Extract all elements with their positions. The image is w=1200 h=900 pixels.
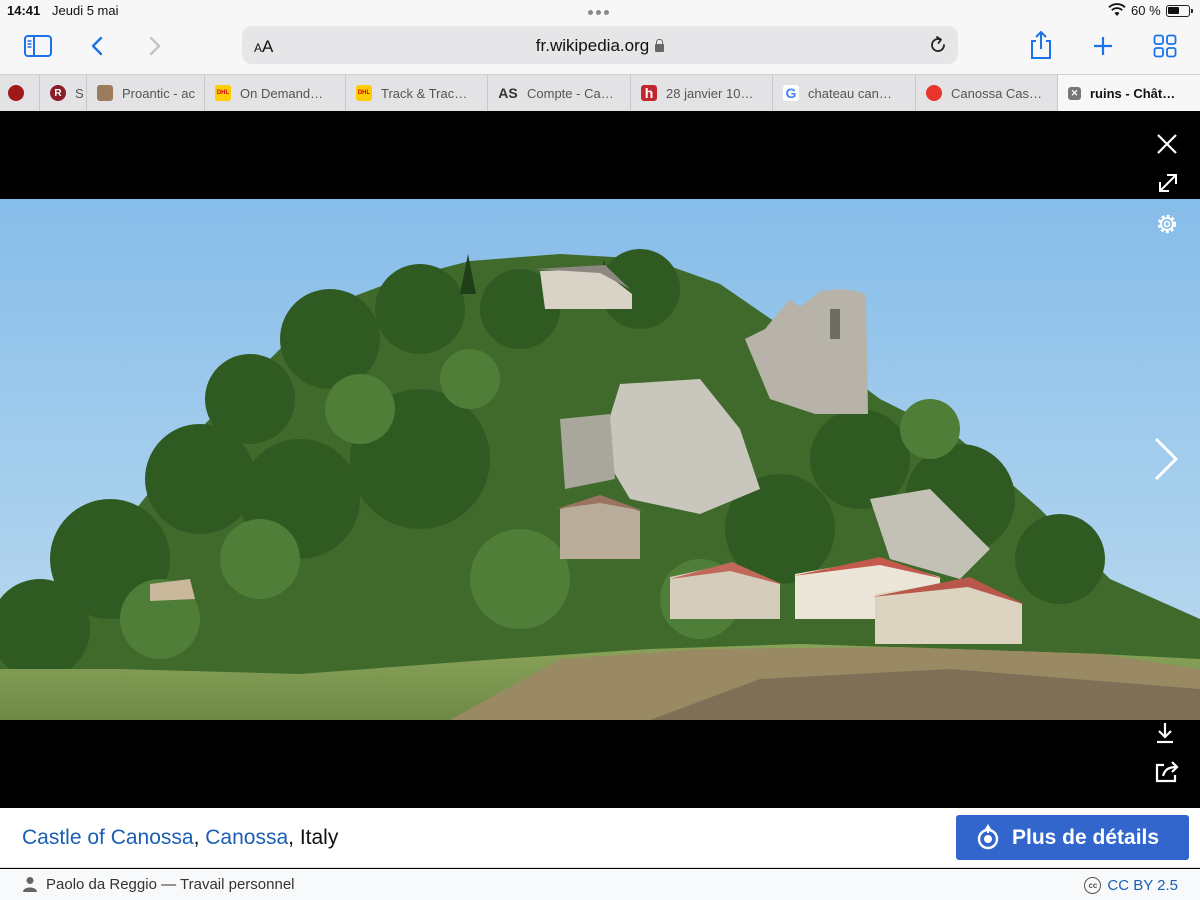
tab-favicon: AS bbox=[498, 85, 518, 101]
multitasking-dots[interactable] bbox=[588, 10, 609, 15]
tab-item[interactable]: AS Compte - Ca… bbox=[488, 75, 631, 111]
more-details-button[interactable]: Plus de détails bbox=[956, 815, 1189, 860]
dhl-logo: DHL bbox=[215, 85, 231, 101]
close-icon[interactable] bbox=[1155, 132, 1179, 156]
next-image-chevron-icon[interactable] bbox=[1152, 437, 1180, 481]
person-icon bbox=[23, 877, 37, 892]
tab-label: Compte - Ca… bbox=[527, 85, 614, 101]
country-text: Italy bbox=[299, 826, 339, 849]
google-logo: G bbox=[783, 85, 799, 101]
gear-icon[interactable] bbox=[1154, 211, 1180, 237]
caption-bar: Castle of Canossa, Canossa, Italy Plus d… bbox=[0, 808, 1200, 868]
back-chevron-icon[interactable] bbox=[90, 36, 104, 56]
tab-item[interactable]: h 28 janvier 10… bbox=[631, 75, 773, 111]
tab-label: Canossa Cas… bbox=[951, 85, 1043, 101]
place-link[interactable]: Castle of Canossa bbox=[22, 826, 194, 849]
status-date: Jeudi 5 mai bbox=[52, 3, 119, 18]
tab-item[interactable]: RS bbox=[40, 75, 87, 111]
tab-label: 28 janvier 10… bbox=[666, 85, 754, 101]
tab-item[interactable]: Gchateau can… bbox=[773, 75, 916, 111]
tab-label: Proantic - ac bbox=[122, 85, 195, 101]
tab-label: ruins - Chât… bbox=[1090, 85, 1176, 101]
image-viewer bbox=[0, 111, 1200, 808]
dhl-logo: DHL bbox=[356, 85, 372, 101]
tab-item[interactable]: DHL Track & Trac… bbox=[346, 75, 488, 111]
license-link[interactable]: cc CC BY 2.5 bbox=[1084, 877, 1178, 894]
url-text: fr.wikipedia.org bbox=[535, 36, 650, 55]
tab-label: Track & Trac… bbox=[381, 85, 468, 101]
author-credit: Paolo da Reggio — Travail personnel bbox=[46, 876, 295, 893]
town-link[interactable]: Canossa bbox=[205, 826, 288, 849]
tab-item[interactable] bbox=[0, 75, 40, 111]
reload-icon[interactable] bbox=[928, 35, 948, 55]
new-tab-icon[interactable] bbox=[1092, 35, 1114, 57]
castle-photo[interactable] bbox=[0, 199, 1200, 720]
tab-strip: RS Proantic - ac DHL On Demand… DHL Track … bbox=[0, 74, 1200, 111]
tab-favicon bbox=[926, 85, 942, 101]
status-bar: 14:41 Jeudi 5 mai 60 % bbox=[0, 0, 1200, 24]
tab-favicon bbox=[97, 85, 113, 101]
separator: — bbox=[156, 876, 180, 893]
tab-label: On Demand… bbox=[240, 85, 324, 101]
tab-item[interactable]: DHL On Demand… bbox=[205, 75, 346, 111]
close-tab-icon[interactable]: ✕ bbox=[1068, 86, 1081, 100]
cc-icon: cc bbox=[1084, 877, 1102, 894]
lock-icon bbox=[655, 39, 665, 52]
wifi-icon bbox=[1108, 3, 1126, 16]
battery-percent: 60 % bbox=[1131, 3, 1161, 18]
browser-toolbar: AA fr.wikipedia.org bbox=[0, 24, 1200, 74]
author-name[interactable]: Paolo da Reggio bbox=[46, 876, 157, 893]
battery-icon bbox=[1166, 5, 1193, 17]
separator: , bbox=[193, 826, 206, 849]
tab-favicon: R bbox=[50, 85, 66, 101]
work-type: Travail personnel bbox=[180, 876, 295, 893]
sidebar-icon[interactable] bbox=[24, 35, 52, 57]
status-time: 14:41 bbox=[7, 3, 41, 18]
tab-favicon bbox=[8, 85, 24, 101]
expand-icon[interactable] bbox=[1156, 171, 1180, 195]
more-details-label: Plus de détails bbox=[1012, 825, 1160, 849]
tab-item[interactable]: Canossa Cas… bbox=[916, 75, 1058, 111]
wikimedia-commons-icon bbox=[977, 824, 999, 850]
address-bar[interactable]: AA fr.wikipedia.org bbox=[242, 26, 958, 64]
image-title: Castle of Canossa, Canossa, Italy bbox=[22, 826, 338, 850]
download-icon[interactable] bbox=[1155, 721, 1175, 745]
share-icon[interactable] bbox=[1029, 30, 1053, 60]
tab-label: S bbox=[75, 85, 84, 101]
tabs-overview-icon[interactable] bbox=[1153, 34, 1177, 58]
tab-favicon: h bbox=[641, 85, 657, 101]
forward-chevron-icon[interactable] bbox=[148, 36, 162, 56]
tab-item-active[interactable]: ✕ ruins - Chât… bbox=[1058, 75, 1200, 111]
share-out-icon[interactable] bbox=[1155, 760, 1181, 784]
url-display[interactable]: fr.wikipedia.org bbox=[242, 36, 958, 56]
attribution-footer: Paolo da Reggio — Travail personnel cc CC… bbox=[0, 869, 1200, 900]
license-label: CC BY 2.5 bbox=[1107, 877, 1178, 894]
tab-label: chateau can… bbox=[808, 85, 892, 101]
tab-item[interactable]: Proantic - ac bbox=[87, 75, 205, 111]
separator: , bbox=[288, 826, 300, 849]
